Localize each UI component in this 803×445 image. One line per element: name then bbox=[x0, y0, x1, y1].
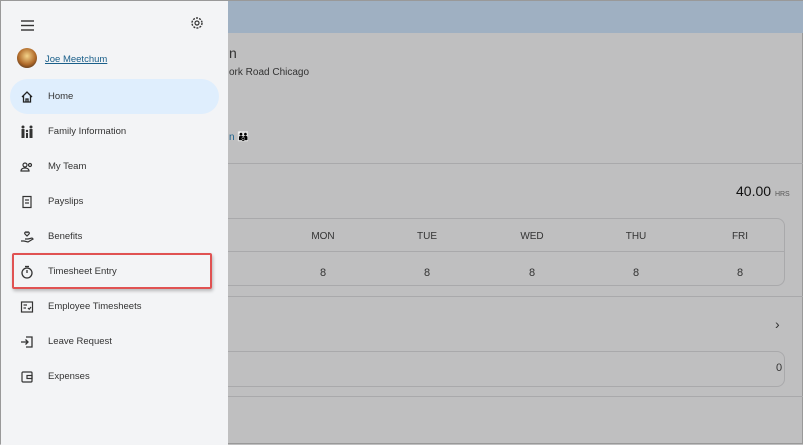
avatar[interactable] bbox=[17, 48, 37, 68]
nav-label: Home bbox=[48, 91, 74, 102]
navigation-drawer: Joe Meetchum Home Family Information My … bbox=[1, 1, 228, 445]
payslip-icon bbox=[22, 195, 32, 208]
hours-tue: 8 bbox=[423, 267, 431, 279]
user-name-link[interactable]: Joe Meetchum bbox=[45, 54, 107, 65]
divider bbox=[228, 163, 803, 164]
day-mon: MON bbox=[311, 231, 335, 242]
card-divider bbox=[228, 251, 784, 252]
address-fragment: ork Road Chicago bbox=[229, 67, 310, 78]
chevron-right-icon[interactable]: › bbox=[775, 316, 780, 332]
hours-unit: HRS bbox=[774, 191, 790, 198]
hamburger-menu-icon[interactable] bbox=[21, 18, 34, 36]
nav-item-payslips[interactable]: Payslips bbox=[10, 184, 219, 219]
day-thu: THU bbox=[625, 231, 647, 242]
timesheet-list-icon bbox=[20, 300, 34, 313]
total-hours: 40.00 HRS bbox=[736, 183, 790, 199]
day-tue: TUE bbox=[417, 231, 437, 242]
home-icon bbox=[21, 90, 33, 103]
total-hours-value: 40.00 bbox=[736, 183, 772, 199]
family-icon: 👪 bbox=[237, 132, 250, 143]
nav-item-employee-timesheets[interactable]: Employee Timesheets bbox=[10, 289, 219, 324]
hours-thu: 8 bbox=[632, 267, 640, 279]
benefits-icon bbox=[21, 230, 34, 243]
nav-label: Leave Request bbox=[48, 336, 112, 347]
nav-label: Employee Timesheets bbox=[48, 301, 142, 312]
nav-item-family-information[interactable]: Family Information bbox=[10, 114, 219, 149]
hours-mon: 8 bbox=[319, 267, 327, 279]
count-value: 0 bbox=[776, 362, 783, 374]
family-link-text: n bbox=[229, 132, 235, 143]
nav-item-home[interactable]: Home bbox=[10, 79, 219, 114]
nav-item-expenses[interactable]: Expenses bbox=[10, 359, 219, 394]
nav-item-benefits[interactable]: Benefits bbox=[10, 219, 219, 254]
leave-icon bbox=[21, 335, 33, 348]
week-hours-card bbox=[191, 218, 785, 286]
wallet-icon bbox=[21, 370, 33, 383]
family-icon bbox=[21, 125, 33, 138]
hours-wed: 8 bbox=[528, 267, 536, 279]
nav-label: Payslips bbox=[48, 196, 84, 207]
family-link-fragment[interactable]: n 👪 bbox=[229, 132, 250, 143]
page-title-fragment: n bbox=[229, 45, 237, 61]
gear-icon[interactable] bbox=[190, 16, 204, 35]
nav-item-my-team[interactable]: My Team bbox=[10, 149, 219, 184]
nav-label: Benefits bbox=[48, 231, 83, 242]
team-icon bbox=[20, 161, 33, 172]
day-fri: FRI bbox=[731, 231, 749, 242]
nav-label: My Team bbox=[48, 161, 87, 172]
highlight-box bbox=[12, 253, 212, 289]
count-card bbox=[191, 351, 785, 387]
nav-item-leave-request[interactable]: Leave Request bbox=[10, 324, 219, 359]
nav-label: Family Information bbox=[48, 126, 127, 137]
divider bbox=[228, 396, 803, 397]
divider bbox=[228, 296, 803, 297]
hours-fri: 8 bbox=[736, 267, 744, 279]
nav-label: Expenses bbox=[48, 371, 90, 382]
day-wed: WED bbox=[520, 231, 544, 242]
